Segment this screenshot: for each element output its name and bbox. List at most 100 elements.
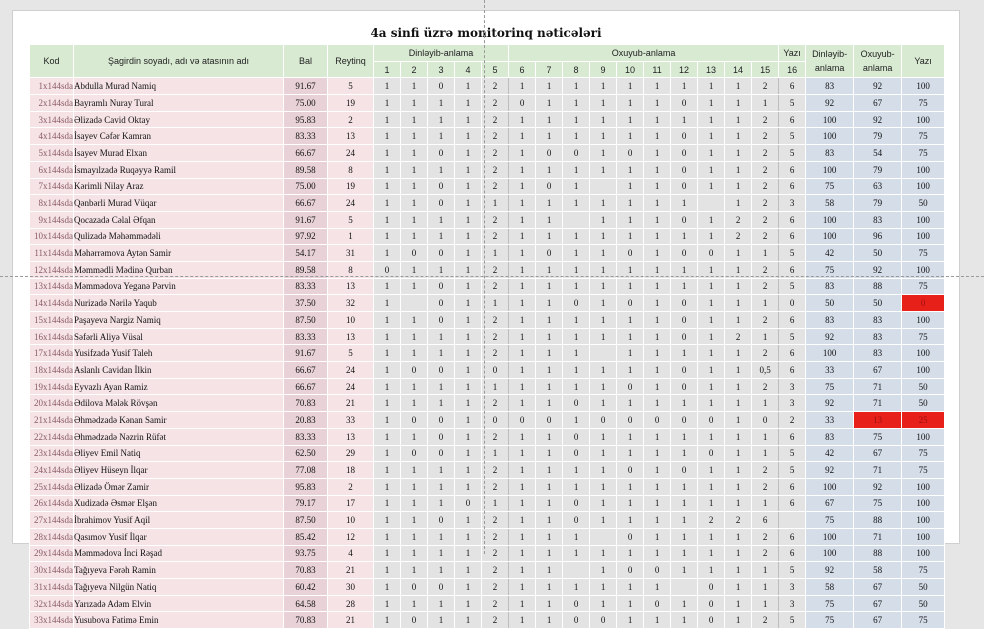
student-row: 6x144sda İsmayılzadə Ruqəyyə Ramil 89.58 8 1…: [29, 160, 946, 179]
question-score-cell: 1: [562, 110, 591, 129]
question-score-cell: 1: [643, 511, 672, 529]
question-score-cell: 1: [589, 477, 618, 496]
question-score-cell: 1: [562, 527, 591, 546]
question-score-cell: 0: [508, 411, 537, 429]
percent-cell: 75: [901, 327, 946, 346]
rank-cell: 4: [327, 544, 374, 563]
question-score-cell: 1: [724, 194, 753, 212]
question-score-cell: 2: [751, 77, 780, 96]
question-score-cell: 1: [373, 377, 401, 396]
question-score-cell: 1: [562, 344, 591, 363]
question-score-cell: 1: [427, 477, 455, 496]
question-score-cell: 1: [643, 527, 672, 546]
question-number-header: 6: [508, 60, 537, 79]
question-score-cell: 1: [616, 611, 645, 629]
question-score-cell: 1: [751, 494, 780, 513]
question-score-cell: 1: [373, 227, 401, 246]
student-name: İsmayılzadə Ruqəyyə Ramil: [73, 160, 284, 179]
question-score-cell: 1: [454, 377, 482, 396]
question-score-cell: 0: [697, 611, 726, 629]
question-score-cell: 1: [400, 377, 428, 396]
question-score-cell: 2: [480, 527, 510, 546]
question-score-cell: 1: [508, 127, 537, 146]
rank-cell: 8: [327, 160, 374, 179]
rank-cell: 21: [327, 394, 374, 413]
question-score-cell: 1: [427, 94, 455, 112]
question-score-cell: 0: [670, 210, 699, 229]
question-score-cell: 0: [400, 411, 428, 429]
question-score-cell: 1: [643, 544, 672, 563]
score-cell: 66.67: [283, 194, 328, 212]
question-score-cell: 2: [751, 344, 780, 363]
question-score-cell: 1: [562, 578, 591, 596]
question-score-cell: 3: [778, 377, 807, 396]
question-score-cell: 1: [751, 244, 780, 262]
student-code: 33x144sda: [29, 611, 74, 629]
question-score-cell: 1: [589, 194, 618, 212]
student-row: 17x144sda Yusifzadə Yusif Taleh 91.67 5 1 1 1 1…: [29, 344, 946, 363]
student-code: 4x144sda: [29, 127, 74, 146]
question-score-cell: 1: [589, 244, 618, 262]
question-score-cell: 2: [751, 277, 780, 296]
question-score-cell: 1: [643, 477, 672, 496]
score-cell: 83.33: [283, 327, 328, 346]
question-score-cell: 1: [562, 327, 591, 346]
question-number-header: 7: [535, 60, 564, 79]
student-name: Əliyev Hüseyn İlqar: [73, 461, 284, 479]
student-code: 19x144sda: [29, 377, 74, 396]
student-code: 26x144sda: [29, 494, 74, 513]
question-score-cell: 1: [454, 160, 482, 179]
student-code: 11x144sda: [29, 244, 74, 262]
question-score-cell: 0: [480, 411, 510, 429]
rank-cell: 2: [327, 110, 374, 129]
question-score-cell: 1: [697, 377, 726, 396]
student-code: 31x144sda: [29, 578, 74, 596]
question-score-cell: 1: [508, 394, 537, 413]
student-code: 28x144sda: [29, 527, 74, 546]
question-score-cell: 6: [778, 361, 807, 379]
question-score-cell: 1: [373, 127, 401, 146]
question-score-cell: 1: [562, 461, 591, 479]
question-score-cell: 1: [508, 544, 537, 563]
page-break-horizontal: [0, 276, 984, 277]
question-score-cell: 2: [480, 544, 510, 563]
question-score-cell: 1: [616, 361, 645, 379]
question-number-header: 8: [562, 60, 591, 79]
question-score-cell: 0: [670, 244, 699, 262]
question-score-cell: 3: [778, 594, 807, 613]
question-score-cell: 1: [697, 277, 726, 296]
question-score-cell: 2: [480, 327, 510, 346]
rank-cell: 24: [327, 194, 374, 212]
question-number-header: 2: [400, 60, 428, 79]
question-score-cell: 0: [616, 377, 645, 396]
score-cell: 75.00: [283, 177, 328, 196]
rank-cell: 2: [327, 477, 374, 496]
student-name: Ədilova Mələk Rövşən: [73, 394, 284, 413]
question-score-cell: 1: [724, 160, 753, 179]
percent-cell: 100: [901, 427, 946, 446]
student-row: 4x144sda İsayev Cəfər Kamran 83.33 13 1 1 1 1 2 1…: [29, 127, 946, 146]
percent-cell: 83: [805, 277, 855, 296]
question-score-cell: 1: [589, 160, 618, 179]
question-score-cell: 0: [670, 127, 699, 146]
question-score-cell: 1: [400, 544, 428, 563]
question-score-cell: 0: [670, 411, 699, 429]
question-score-cell: 1: [670, 527, 699, 546]
question-score-cell: 1: [373, 210, 401, 229]
question-score-cell: 0: [454, 494, 482, 513]
question-score-cell: 1: [508, 77, 537, 96]
question-score-cell: 1: [454, 477, 482, 496]
question-score-cell: 1: [724, 594, 753, 613]
question-score-cell: 1: [427, 544, 455, 563]
student-code: 20x144sda: [29, 394, 74, 413]
question-score-cell: 1: [373, 144, 401, 162]
rank-cell: 10: [327, 511, 374, 529]
question-score-cell: 1: [616, 177, 645, 196]
rank-cell: 29: [327, 444, 374, 463]
question-score-cell: 1: [643, 177, 672, 196]
question-score-cell: 1: [589, 294, 618, 312]
percent-cell: 71: [853, 377, 903, 396]
student-row: 20x144sda Ədilova Mələk Rövşən 70.83 21 1 1 1 1…: [29, 394, 946, 413]
question-score-cell: 6: [778, 544, 807, 563]
question-score-cell: 1: [562, 377, 591, 396]
